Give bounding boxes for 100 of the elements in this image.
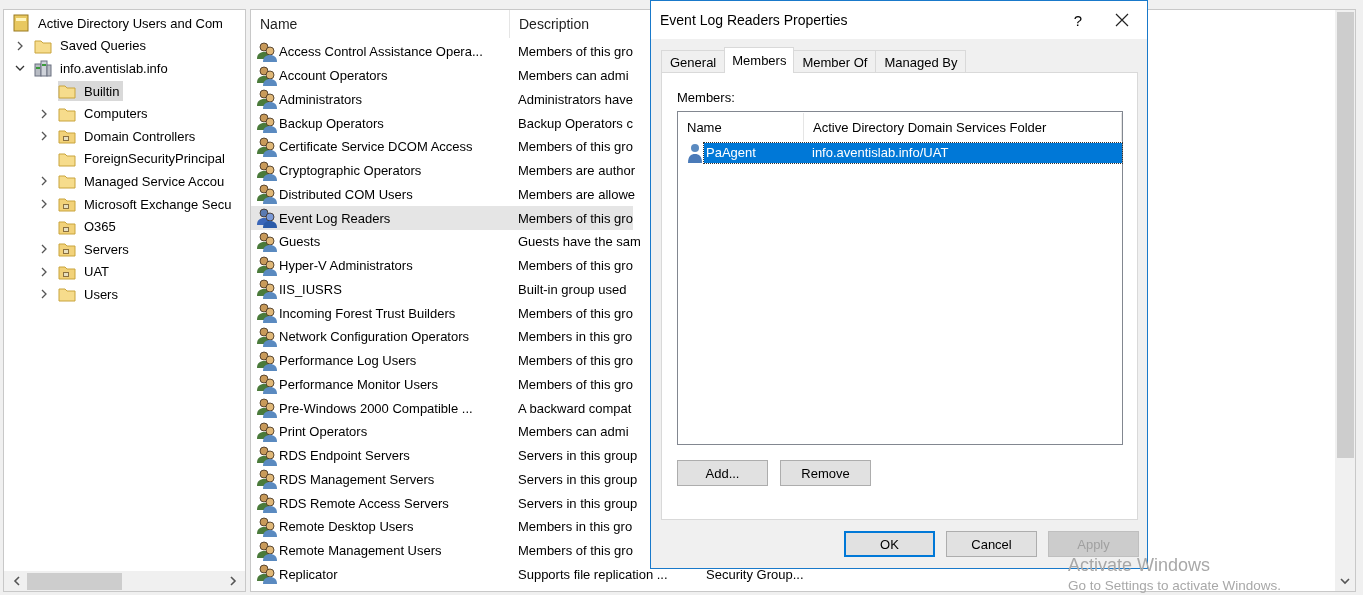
group-name: Incoming Forest Trust Builders	[279, 305, 456, 321]
tree-item[interactable]: Computers	[58, 103, 152, 124]
list-row[interactable]: Remote Management Users Members of this gro	[251, 538, 633, 563]
tree-item[interactable]: ForeignSecurityPrincipal	[58, 148, 229, 169]
group-name: Replicator	[279, 566, 338, 582]
list-row[interactable]: Replicator Supports file replication ... Security Group...	[251, 562, 804, 587]
folder-icon	[58, 218, 76, 235]
group-icon	[256, 516, 278, 537]
group-name: Print Operators	[279, 424, 368, 440]
list-row[interactable]: Event Log Readers Members of this gro	[251, 206, 633, 230]
group-description: Members can admi	[518, 68, 629, 84]
scrollbar-thumb[interactable]	[27, 572, 122, 590]
scrollbar-thumb[interactable]	[1336, 12, 1354, 458]
tree-item[interactable]: Managed Service Accou	[58, 171, 229, 192]
list-row[interactable]: Performance Monitor Users Members of this gro	[251, 372, 633, 397]
group-icon	[256, 113, 278, 134]
list-row[interactable]: Administrators Administrators have	[251, 87, 633, 112]
tree-item[interactable]: UAT	[58, 261, 114, 282]
dialog-button[interactable]: OK	[844, 531, 935, 557]
list-row[interactable]: RDS Management Servers Servers in this group	[251, 467, 638, 492]
list-row[interactable]: Network Configuration Operators Members in this gro	[251, 325, 633, 349]
member-name: PaAgent	[705, 145, 757, 160]
group-name: Event Log Readers	[279, 210, 391, 226]
tab[interactable]: Members	[724, 47, 795, 73]
group-description: Members in this gro	[518, 519, 633, 535]
group-description: Members in this gro	[518, 329, 633, 345]
group-description: Guests have the sam	[518, 234, 641, 250]
list-row[interactable]: IIS_IUSRS Built-in group used	[251, 277, 627, 302]
group-description: Members of this gro	[518, 353, 633, 369]
folder-icon	[58, 105, 76, 122]
group-description: Supports file replication ...	[518, 566, 668, 582]
tree-item[interactable]: Saved Queries	[34, 35, 150, 56]
group-icon	[256, 398, 278, 419]
group-description: Backup Operators c	[518, 115, 633, 131]
help-button[interactable]: ?	[1063, 11, 1093, 29]
list-button[interactable]: Add...	[677, 460, 768, 486]
column-header[interactable]: Description	[510, 10, 640, 38]
group-icon	[256, 469, 278, 490]
group-type: Security Group...	[706, 566, 804, 582]
tree-item[interactable]: info.aventislab.info	[34, 58, 172, 79]
group-name: Account Operators	[279, 68, 388, 84]
group-name: Certificate Service DCOM Access	[279, 139, 473, 155]
list-row[interactable]: Pre-Windows 2000 Compatible ... A backward compat	[251, 396, 632, 420]
directory-book-icon	[12, 14, 30, 33]
column-header[interactable]: Name	[251, 10, 510, 38]
group-description: Built-in group used	[518, 281, 627, 297]
close-icon[interactable]	[1115, 13, 1129, 27]
activation-message: Go to Settings to activate Windows.	[1068, 578, 1282, 593]
group-icon	[256, 279, 278, 300]
group-name: Network Configuration Operators	[279, 329, 470, 345]
list-row[interactable]: Backup Operators Backup Operators c	[251, 111, 633, 135]
list-button[interactable]: Remove	[780, 460, 871, 486]
group-icon	[256, 255, 278, 276]
group-name: Backup Operators	[279, 115, 384, 131]
members-list[interactable]: Name Active Directory Domain Services Folder PaAgent info.aventislab.info/UAT	[677, 111, 1123, 445]
list-row[interactable]: Cryptographic Operators Members are author	[251, 158, 636, 183]
list-row[interactable]: Access Control Assistance Opera... Members of this gro	[251, 40, 633, 64]
dialog-button[interactable]: Cancel	[946, 531, 1037, 557]
list-row[interactable]: Distributed COM Users Members are allowe	[251, 182, 636, 207]
list-row[interactable]: Guests Guests have the sam	[251, 230, 641, 254]
folder-icon	[58, 173, 76, 190]
group-name: Remote Management Users	[279, 543, 442, 559]
group-icon	[256, 160, 278, 181]
group-description: Servers in this group	[518, 448, 638, 464]
list-row[interactable]: RDS Remote Access Servers Servers in this group	[251, 491, 638, 515]
list-row[interactable]: Incoming Forest Trust Builders Members of this gro	[251, 301, 633, 325]
tree-item[interactable]: Active Directory Users and Com	[12, 13, 227, 34]
group-name: Performance Log Users	[279, 353, 417, 369]
group-description: Members are author	[518, 163, 636, 179]
list-row[interactable]: RDS Endpoint Servers Servers in this group	[251, 443, 638, 468]
list-row[interactable]: Certificate Service DCOM Access Members of this gro	[251, 135, 633, 159]
tree-item[interactable]: O365	[58, 216, 120, 237]
list-row[interactable]: Hyper-V Administrators Members of this gro	[251, 253, 633, 278]
folder-icon	[34, 37, 52, 54]
domain-servers-icon	[34, 59, 52, 78]
column-header[interactable]: Name	[678, 113, 804, 141]
tree-item[interactable]: Microsoft Exchange Secu	[58, 194, 236, 215]
vertical-scrollbar[interactable]	[1335, 10, 1355, 591]
group-icon	[256, 564, 278, 585]
group-icon	[256, 326, 278, 347]
list-row[interactable]: Account Operators Members can admi	[251, 63, 629, 88]
list-row[interactable]: Remote Desktop Users Members in this gro	[251, 515, 633, 539]
group-description: Members of this gro	[518, 210, 633, 226]
tab[interactable]: General	[661, 50, 726, 73]
list-row[interactable]: Print Operators Members can admi	[251, 420, 629, 444]
tree-item[interactable]: Builtin	[58, 81, 124, 102]
horizontal-scrollbar[interactable]	[4, 571, 245, 591]
list-row[interactable]: Performance Log Users Members of this gro	[251, 348, 633, 373]
tree-item[interactable]: Servers	[58, 239, 133, 260]
tree-item[interactable]: Domain Controllers	[58, 126, 200, 147]
group-name: Pre-Windows 2000 Compatible ...	[279, 400, 473, 416]
folder-icon	[58, 83, 76, 100]
column-header[interactable]: Active Directory Domain Services Folder	[804, 113, 1122, 141]
tab[interactable]: Managed By	[875, 50, 967, 73]
tree-item[interactable]: Users	[58, 284, 122, 305]
dialog-title: Event Log Readers Properties	[660, 12, 849, 28]
folder-icon	[58, 196, 76, 213]
group-icon	[256, 540, 278, 561]
folder-icon	[58, 241, 76, 258]
member-row[interactable]: PaAgent info.aventislab.info/UAT	[704, 142, 1122, 163]
